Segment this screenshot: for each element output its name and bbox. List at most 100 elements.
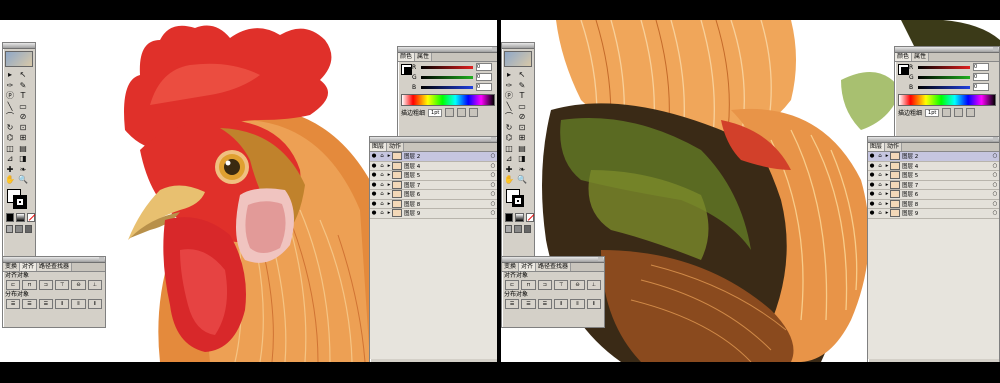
target-circle-icon[interactable]: ○: [991, 191, 999, 197]
rectangle-tool-icon[interactable]: ▭: [517, 102, 527, 112]
close-icon[interactable]: [993, 47, 998, 51]
lock-icon[interactable]: ⌂: [378, 172, 386, 178]
screen-mode-full-icon[interactable]: [15, 224, 23, 233]
close-icon[interactable]: [491, 137, 496, 141]
graph-tool-icon[interactable]: ▤: [517, 144, 527, 154]
layers-palette-titlebar[interactable]: [370, 137, 497, 143]
tab-actions[interactable]: 动作: [885, 143, 903, 151]
align-top-icon[interactable]: ⊤: [54, 280, 70, 290]
cap-butt-icon[interactable]: [445, 108, 455, 117]
close-icon[interactable]: [598, 257, 603, 261]
eye-icon[interactable]: ●: [868, 163, 876, 169]
slider-b[interactable]: B0: [398, 82, 497, 92]
tab-transform[interactable]: 变换: [3, 263, 21, 271]
b-slider-bar[interactable]: [918, 85, 970, 89]
lock-icon[interactable]: ⌂: [876, 172, 884, 178]
layer-row[interactable]: ● ⌂ ▸ 图层 6 ○: [370, 190, 497, 200]
tab-align[interactable]: 对齐: [519, 263, 537, 271]
pencil-tool-icon[interactable]: ✎: [18, 81, 28, 91]
lock-icon[interactable]: ⌂: [876, 163, 884, 169]
none-button[interactable]: [26, 212, 35, 222]
tab-attributes[interactable]: 属性: [415, 53, 433, 61]
align-left-icon[interactable]: ⊏: [505, 280, 520, 290]
left-canvas[interactable]: ▸ ↖ ✑ ✎ ⓟ T ╲ ▭ ⌒ ⊘ ↻ ⊡ ⌬ ⊞ ◫ ▤ ⊿ ◨ ✚ ❧ ✋ 🔍 颜色 属性: [0, 20, 497, 362]
toolbox-titlebar[interactable]: [502, 43, 534, 49]
toolbox-titlebar[interactable]: [3, 43, 35, 49]
eye-icon[interactable]: ●: [868, 172, 876, 178]
align-palette-titlebar[interactable]: [3, 257, 105, 263]
g-value-field[interactable]: 0: [476, 73, 492, 81]
eye-icon[interactable]: ●: [370, 210, 378, 216]
layer-row[interactable]: ● ⌂ ▸ 图层 7 ○: [868, 180, 999, 190]
stroke-weight-field[interactable]: 1pt: [428, 108, 443, 117]
lock-icon[interactable]: ⌂: [378, 191, 386, 197]
tab-layers[interactable]: 图层: [370, 143, 388, 151]
line-tool-icon[interactable]: ╲: [5, 102, 15, 112]
tab-attributes[interactable]: 属性: [912, 53, 930, 61]
color-spectrum-bar[interactable]: [898, 94, 996, 106]
lock-icon[interactable]: ⌂: [378, 210, 386, 216]
scale-tool-icon[interactable]: ⊡: [517, 123, 527, 133]
rotate-tool-icon[interactable]: ↻: [5, 123, 15, 133]
add-anchor-tool-icon[interactable]: ⓟ: [5, 91, 15, 101]
eye-icon[interactable]: ●: [868, 210, 876, 216]
layers-palette-titlebar[interactable]: [868, 137, 999, 143]
eye-icon[interactable]: ●: [868, 182, 876, 188]
target-circle-icon[interactable]: ○: [991, 210, 999, 216]
align-vcenter-icon[interactable]: ⊖: [570, 280, 585, 290]
distribute-top-icon[interactable]: ☰: [6, 299, 21, 309]
layer-row[interactable]: ● ⌂ ▸ 图层 7 ○: [370, 180, 497, 190]
align-vcenter-icon[interactable]: ⊖: [71, 280, 86, 290]
layer-row[interactable]: ● ⌂ ▸ 图层 9 ○: [868, 209, 999, 219]
blend-tool-icon[interactable]: ⌬: [504, 133, 514, 143]
ellipse-tool-icon[interactable]: ⊘: [18, 112, 28, 122]
type-tool-icon[interactable]: T: [18, 91, 28, 101]
slider-b[interactable]: B0: [895, 82, 999, 92]
eye-icon[interactable]: ●: [370, 153, 378, 159]
b-value-field[interactable]: 0: [973, 83, 989, 91]
distribute-bottom-icon[interactable]: ☰: [537, 299, 552, 309]
tab-layers[interactable]: 图层: [868, 143, 886, 151]
align-right-icon[interactable]: ⊐: [38, 280, 53, 290]
gradient-button[interactable]: [16, 212, 25, 222]
target-circle-icon[interactable]: ○: [489, 210, 497, 216]
mesh-tool-icon[interactable]: ⊞: [18, 133, 28, 143]
fill-stroke-swatches[interactable]: [3, 187, 35, 213]
graph-tool-icon[interactable]: ▤: [18, 144, 28, 154]
cap-square-icon[interactable]: [469, 108, 479, 117]
eye-icon[interactable]: ●: [370, 191, 378, 197]
slider-r[interactable]: R0: [895, 62, 999, 72]
pencil-tool-icon[interactable]: ✎: [517, 81, 527, 91]
hand-tool-icon[interactable]: ✋: [504, 175, 514, 185]
r-slider-bar[interactable]: [918, 65, 970, 69]
tab-color[interactable]: 颜色: [895, 53, 913, 61]
zoom-tool-icon[interactable]: 🔍: [18, 175, 28, 185]
screen-mode-normal-icon[interactable]: [6, 224, 14, 233]
align-right-icon[interactable]: ⊐: [537, 280, 552, 290]
slider-g[interactable]: G0: [398, 72, 497, 82]
target-circle-icon[interactable]: ○: [489, 163, 497, 169]
scale-tool-icon[interactable]: ⊡: [18, 123, 28, 133]
g-slider-bar[interactable]: [421, 75, 473, 79]
direct-select-tool-icon[interactable]: ↖: [517, 70, 527, 80]
distribute-top-icon[interactable]: ☰: [505, 299, 520, 309]
layer-row[interactable]: ● ⌂ ▸ 图层 9 ○: [370, 209, 497, 219]
cap-round-icon[interactable]: [457, 108, 467, 117]
eye-icon[interactable]: ●: [370, 172, 378, 178]
none-button[interactable]: [525, 212, 534, 222]
close-icon[interactable]: [492, 47, 497, 51]
scissors-tool-icon[interactable]: ❧: [18, 165, 28, 175]
align-palette-titlebar[interactable]: [502, 257, 604, 263]
lock-icon[interactable]: ⌂: [876, 153, 884, 159]
stroke-weight-field[interactable]: 1pt: [925, 108, 940, 117]
layer-row[interactable]: ● ⌂ ▸ 图层 5 ○: [868, 171, 999, 181]
close-icon[interactable]: [993, 137, 998, 141]
layer-row[interactable]: ● ⌂ ▸ 图层 4 ○: [868, 161, 999, 171]
lock-icon[interactable]: ⌂: [876, 210, 884, 216]
align-hcenter-icon[interactable]: ⊓: [22, 280, 37, 290]
layer-row[interactable]: ● ⌂ ▸ 图层 8 ○: [868, 199, 999, 209]
cap-butt-icon[interactable]: [942, 108, 952, 117]
align-hcenter-icon[interactable]: ⊓: [521, 280, 536, 290]
lock-icon[interactable]: ⌂: [876, 201, 884, 207]
scissors-tool-icon[interactable]: ❧: [517, 165, 527, 175]
